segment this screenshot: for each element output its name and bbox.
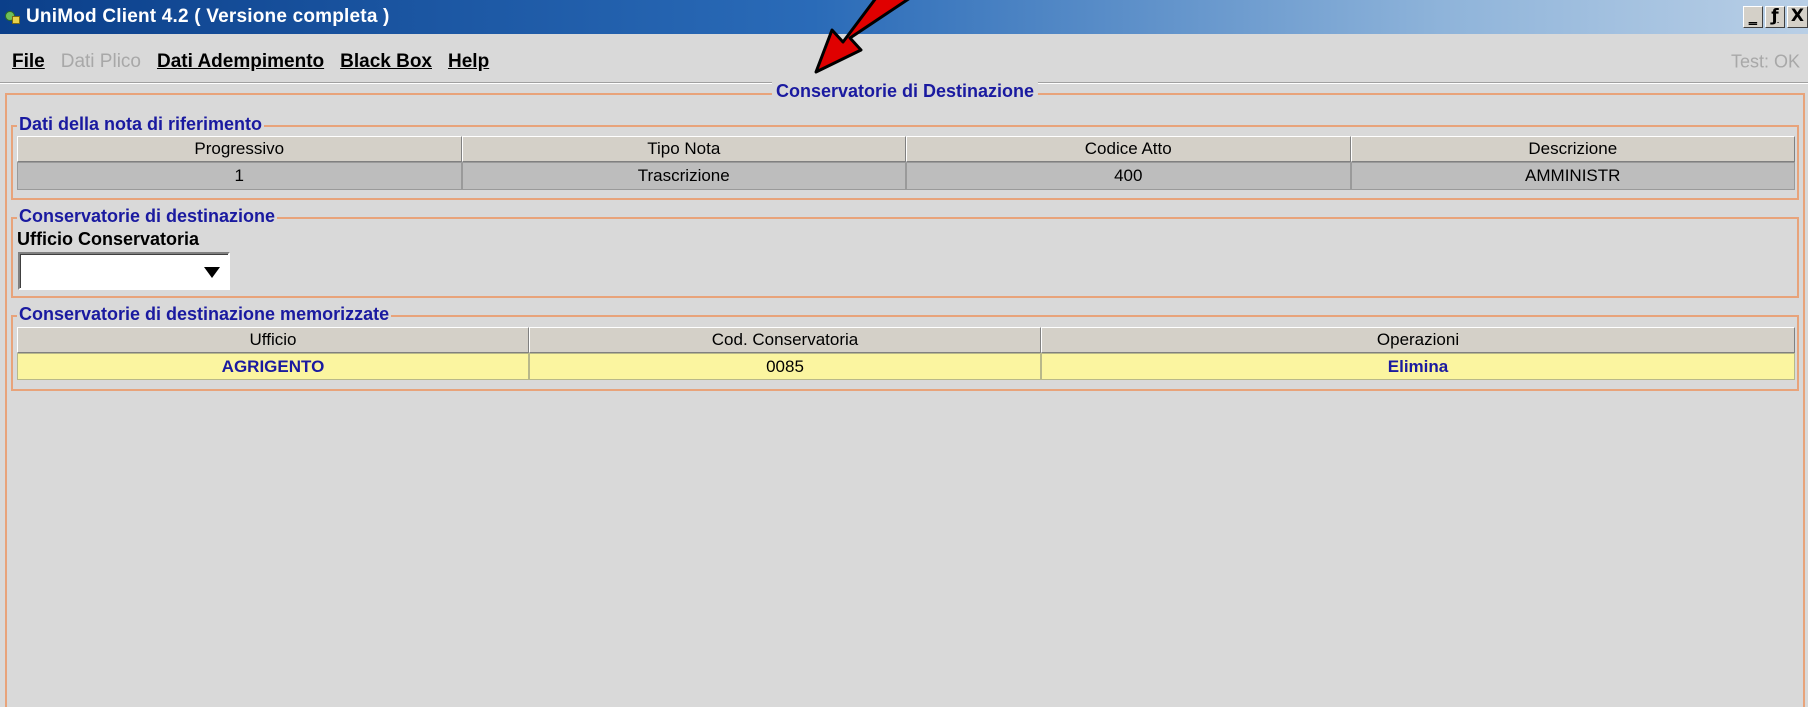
menu-black-box-label: Black Box	[340, 51, 432, 72]
column-header[interactable]: Progressivo	[17, 136, 462, 162]
annotation-arrow	[814, 0, 910, 74]
destinazione-group-title: Conservatorie di destinazione	[17, 206, 278, 227]
table-cell: Trascrizione	[461, 162, 906, 190]
column-header[interactable]: Tipo Nota	[461, 136, 906, 162]
nota-group-title: Dati della nota di riferimento	[17, 114, 265, 135]
menu-file-label: File	[12, 51, 45, 72]
memorizzate-group: Conservatorie di destinazione memorizzat…	[11, 304, 1799, 391]
codice-cell: 0085	[529, 353, 1041, 380]
nota-table: Progressivo Tipo Nota Codice Atto Descri…	[17, 136, 1795, 190]
window-controls: _ ƒ X	[1742, 6, 1808, 28]
menu-dati-adempimento-label: Dati Adempimento	[156, 51, 325, 72]
ufficio-conservatoria-label: Ufficio Conservatoria	[17, 229, 200, 249]
close-button[interactable]: X	[1786, 6, 1808, 28]
memorizzate-group-title: Conservatorie di destinazione memorizzat…	[17, 304, 392, 325]
menu-black-box[interactable]: Black Box	[340, 51, 432, 73]
menu-dati-plico: Dati Plico	[60, 51, 141, 72]
menu-help[interactable]: Help	[448, 51, 489, 73]
test-status: Test: OK	[1730, 51, 1800, 72]
menu-help-label: Help	[448, 51, 490, 72]
memorizzate-table: Ufficio Cod. Conservatoria Operazioni AG…	[17, 327, 1795, 380]
ufficio-conservatoria-select[interactable]	[18, 252, 230, 290]
window-title: UniMod Client 4.2 ( Versione completa )	[26, 6, 390, 27]
column-header[interactable]: Codice Atto	[906, 136, 1351, 162]
app-icon	[5, 9, 21, 25]
column-header[interactable]: Operazioni	[1041, 327, 1795, 353]
menu-dati-adempimento[interactable]: Dati Adempimento	[157, 51, 324, 73]
ufficio-cell[interactable]: AGRIGENTO	[17, 353, 529, 380]
main-frame: Conservatorie di Destinazione Dati della…	[5, 81, 1805, 707]
table-cell: AMMINISTR	[1350, 162, 1795, 190]
restore-button[interactable]: ƒ	[1764, 6, 1785, 28]
minimize-button[interactable]: _	[1742, 6, 1763, 28]
elimina-link[interactable]: Elimina	[1041, 353, 1795, 380]
column-header[interactable]: Cod. Conservatoria	[529, 327, 1041, 353]
menu-file[interactable]: File	[12, 51, 45, 73]
column-header[interactable]: Descrizione	[1350, 136, 1795, 162]
table-cell: 400	[906, 162, 1351, 190]
dropdown-arrow-icon[interactable]	[204, 267, 220, 278]
destinazione-group: Conservatorie di destinazione Ufficio Co…	[11, 206, 1799, 298]
page-title: Conservatorie di Destinazione	[771, 81, 1039, 102]
table-cell: 1	[17, 162, 462, 190]
nota-group: Dati della nota di riferimento Progressi…	[11, 114, 1799, 200]
app-window: UniMod Client 4.2 ( Versione completa ) …	[0, 0, 1808, 707]
column-header[interactable]: Ufficio	[17, 327, 529, 353]
